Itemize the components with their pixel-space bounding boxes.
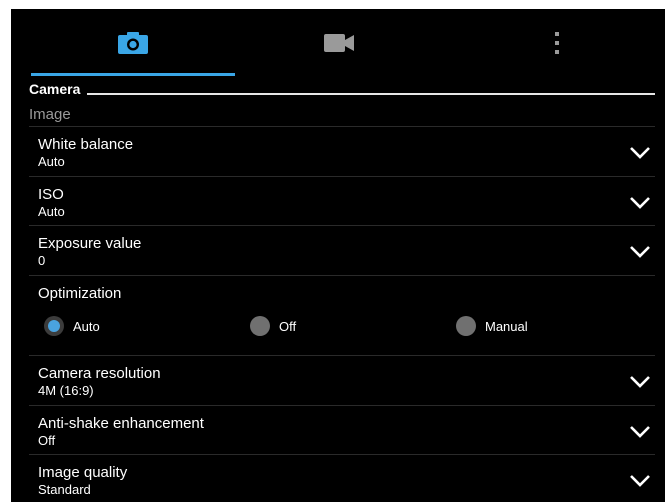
chevron-down-icon — [630, 246, 650, 258]
exposure-value-row[interactable]: Exposure value 0 — [29, 225, 655, 275]
category-label: Image — [29, 106, 71, 123]
chevron-down-icon — [630, 426, 650, 438]
chevron-down-icon — [630, 197, 650, 209]
video-camera-icon — [324, 33, 354, 52]
radio-label: Manual — [485, 318, 528, 334]
setting-title: ISO — [38, 186, 64, 203]
chevron-down-icon — [630, 376, 650, 388]
chevron-down-icon — [630, 147, 650, 159]
camera-resolution-row[interactable]: Camera resolution 4M (16:9) — [29, 355, 655, 405]
active-tab-indicator — [31, 73, 235, 76]
chevron-down-icon — [630, 475, 650, 487]
setting-value: 0 — [38, 253, 46, 268]
setting-value: Standard — [38, 482, 91, 497]
iso-row[interactable]: ISO Auto — [29, 176, 655, 226]
radio-label: Auto — [73, 318, 100, 334]
image-quality-row[interactable]: Image quality Standard — [29, 454, 655, 502]
radio-unselected-icon — [456, 316, 476, 336]
optimization-row — [29, 275, 655, 355]
radio-label: Off — [279, 318, 297, 334]
radio-selected-icon — [44, 316, 64, 336]
setting-value: 4M (16:9) — [38, 383, 94, 398]
optimization-option-off[interactable]: Off — [250, 316, 296, 336]
tab-camera[interactable] — [31, 9, 235, 76]
radio-unselected-icon — [250, 316, 270, 336]
optimization-option-manual[interactable]: Manual — [456, 316, 528, 336]
setting-title: Image quality — [38, 464, 128, 481]
more-vert-icon — [555, 31, 559, 54]
camera-icon — [118, 31, 148, 54]
setting-value: Off — [38, 433, 56, 448]
optimization-option-auto[interactable]: Auto — [44, 316, 100, 336]
camera-settings-panel: Camera Image White balance Auto ISO Auto… — [11, 9, 665, 502]
white-balance-row[interactable]: White balance Auto — [29, 126, 655, 176]
settings-tab-bar — [11, 9, 665, 76]
setting-title: Anti-shake enhancement — [38, 415, 204, 432]
optimization-title: Optimization — [38, 285, 122, 302]
setting-title: White balance — [38, 136, 134, 153]
section-divider — [87, 93, 655, 95]
section-title: Camera — [29, 81, 81, 97]
setting-title: Exposure value — [38, 235, 142, 252]
anti-shake-row[interactable]: Anti-shake enhancement Off — [29, 405, 655, 455]
setting-title: Camera resolution — [38, 365, 161, 382]
tab-more-options[interactable] — [451, 9, 663, 76]
setting-value: Auto — [38, 204, 65, 219]
setting-value: Auto — [38, 154, 65, 169]
tab-video[interactable] — [237, 9, 441, 76]
